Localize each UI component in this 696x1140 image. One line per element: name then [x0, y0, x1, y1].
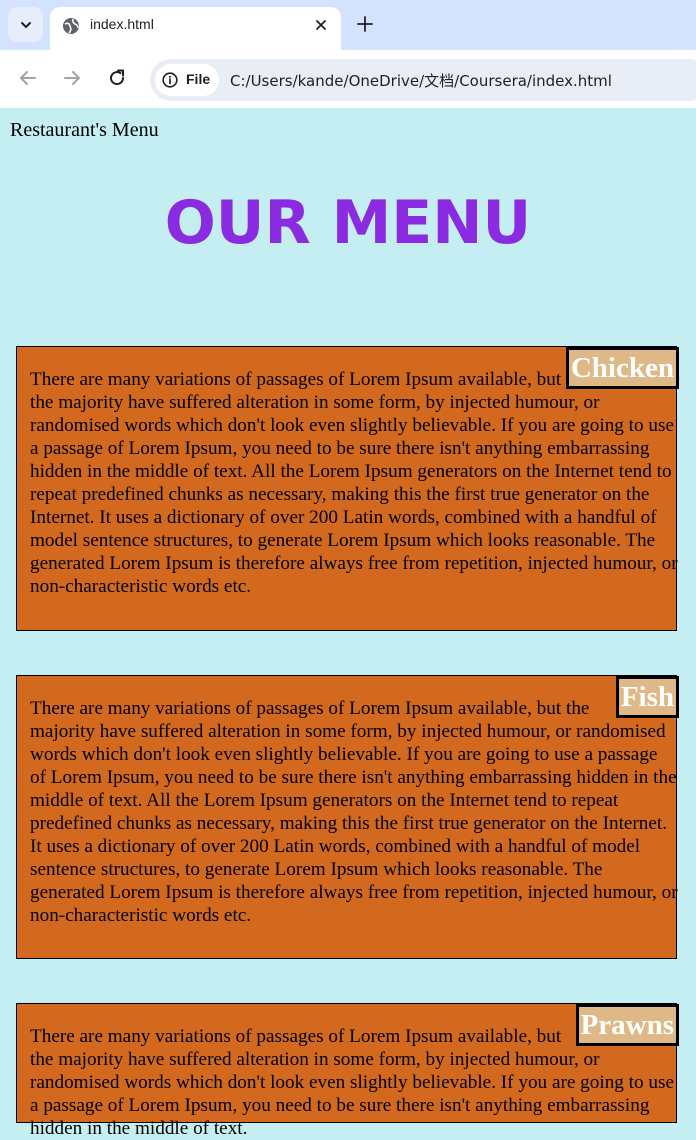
card-description: Fish There are many variations of passage… [30, 676, 679, 927]
info-icon [162, 72, 178, 88]
reload-icon[interactable] [106, 67, 128, 89]
page-title: Restaurant's Menu [10, 119, 159, 141]
chip-label: File [186, 71, 211, 87]
globe-icon [63, 18, 79, 34]
site-info-chip[interactable]: File [155, 64, 219, 96]
new-tab-icon[interactable] [356, 15, 374, 33]
chevron-down-icon [20, 21, 31, 28]
back-arrow-icon[interactable] [17, 67, 39, 89]
forward-arrow-icon[interactable] [61, 67, 83, 89]
close-icon[interactable] [313, 17, 329, 33]
browser-tab[interactable]: index.html [50, 7, 341, 50]
card-label: Prawns [575, 1004, 679, 1046]
tab-strip: index.html [0, 0, 696, 50]
tab-search-button[interactable] [8, 7, 43, 42]
menu-card-chicken: Chicken There are many variations of pass… [16, 346, 679, 631]
tab-title: index.html [90, 16, 154, 32]
menu-card-prawns: Prawns There are many variations of passa… [16, 1003, 679, 1139]
card-description: Prawns There are many variations of passa… [30, 1004, 679, 1140]
menu-heading: OUR MENU [164, 188, 532, 258]
address-bar[interactable]: File C:/Users/kande/OneDrive/文档/Coursera… [150, 59, 696, 101]
card-label: Chicken [565, 347, 679, 389]
card-description: Chicken There are many variations of pass… [30, 347, 679, 598]
menu-card-fish: Fish There are many variations of passage… [16, 675, 679, 959]
card-label: Fish [615, 676, 679, 718]
browser-toolbar: File C:/Users/kande/OneDrive/文档/Coursera… [0, 50, 696, 108]
url-text[interactable]: C:/Users/kande/OneDrive/文档/Coursera/inde… [230, 70, 612, 91]
